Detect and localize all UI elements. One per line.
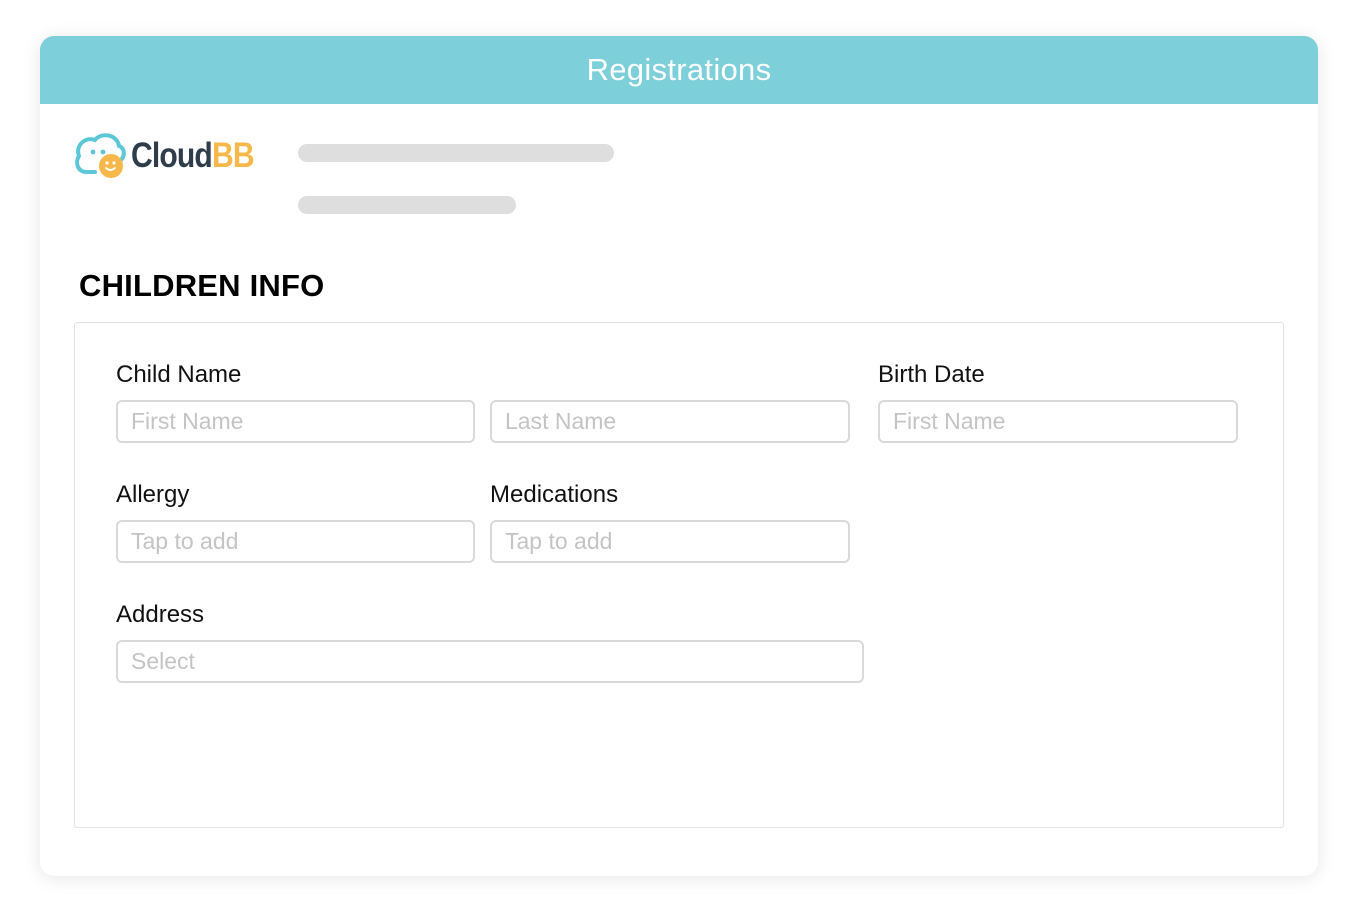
logo-word-bb: BB [211,136,255,175]
birth-date-placeholder: First Name [893,408,1006,434]
medications-placeholder: Tap to add [505,528,613,554]
child-name-label: Child Name [116,361,242,388]
first-name-placeholder: First Name [131,408,244,434]
last-name-placeholder: Last Name [505,408,617,434]
allergy-placeholder: Tap to add [131,528,239,554]
allergy-label: Allergy [116,481,190,508]
last-name-input[interactable]: Last Name [490,400,850,443]
page-title: Registrations [586,52,772,87]
logo-word-cloud: Cloud [131,136,213,175]
children-info-form: Child Name First Name Last Name Birth Da… [74,322,1284,828]
birth-date-input[interactable]: First Name [878,400,1238,443]
first-name-input[interactable]: First Name [116,400,475,443]
medications-input[interactable]: Tap to add [490,520,850,563]
medications-label: Medications [490,481,619,508]
smiley-cloud-icon [75,133,126,178]
address-placeholder: Select [131,648,195,674]
skeleton-line-2 [298,196,516,214]
registration-card: Registrations CloudBB CHILDREN INFO Chil… [40,36,1318,876]
birth-date-label: Birth Date [878,361,985,388]
skeleton-line-1 [298,144,614,162]
address-select[interactable]: Select [116,640,864,683]
logo-wordmark: CloudBB [131,136,255,176]
address-label: Address [116,601,205,628]
cloudbb-logo: CloudBB [73,132,263,182]
header-bar: Registrations [40,36,1318,104]
section-title: CHILDREN INFO [79,268,325,303]
allergy-input[interactable]: Tap to add [116,520,475,563]
